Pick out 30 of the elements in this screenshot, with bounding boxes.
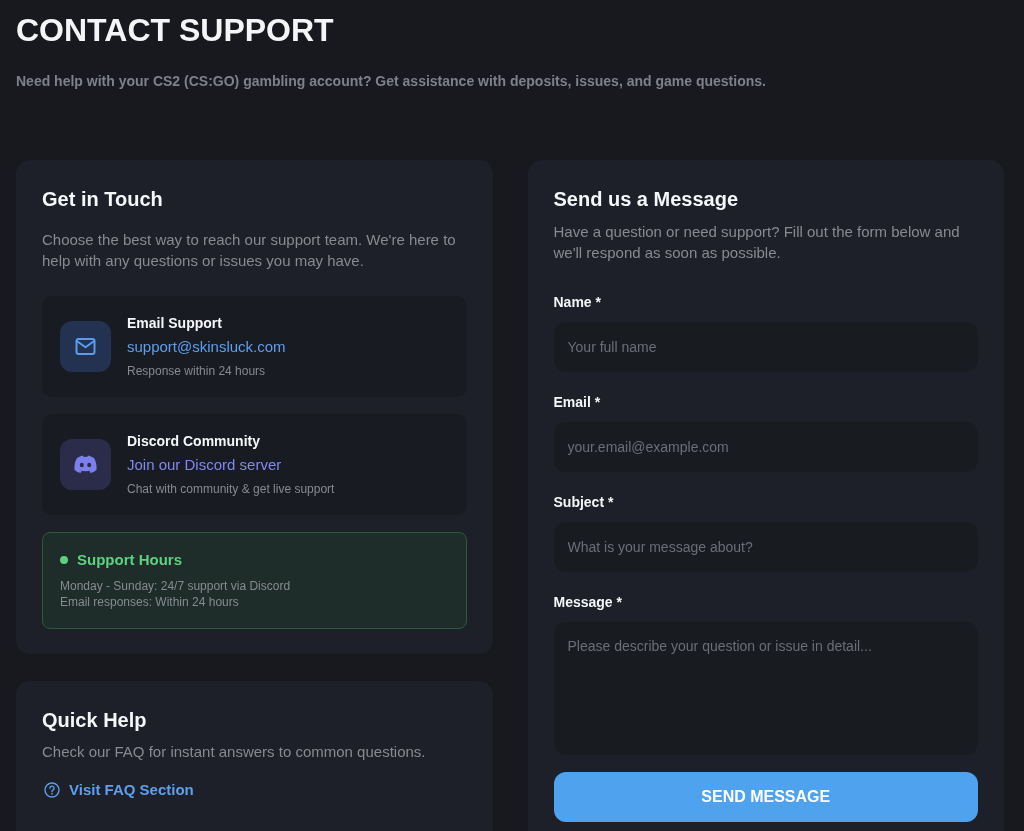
option-title: Discord Community	[127, 432, 260, 450]
support-hours-title: Support Hours	[77, 550, 182, 570]
card-title: Quick Help	[42, 708, 147, 732]
discord-icon	[60, 439, 111, 490]
card-title: Send us a Message	[553, 187, 739, 211]
card-description: Choose the best way to reach our support team. We're here to help with any questions or issues you may have.	[42, 230, 457, 271]
support-hours-line: Monday - Sunday: 24/7 support via Discord	[60, 578, 291, 594]
field-label: Name *	[553, 293, 601, 311]
input-field[interactable]: Your full name	[553, 322, 978, 372]
card-description: Have a question or need support? Fill out the form below and we'll respond as soon as possible.	[553, 222, 961, 263]
status-dot-icon	[60, 556, 68, 564]
mail-icon	[60, 321, 111, 372]
page-subtitle: Need help with your CS2 (CS:GO) gambling account? Get assistance with deposits, issues, and game questions.	[16, 72, 766, 91]
page-title: CONTACT SUPPORT	[16, 11, 334, 49]
option-note: Response within 24 hours	[127, 363, 266, 379]
option-title: Email Support	[127, 314, 222, 332]
card-description: Check our FAQ for instant answers to common questions.	[42, 742, 426, 762]
field-label: Message *	[553, 593, 622, 611]
field-label: Subject *	[553, 493, 614, 511]
field-label: Email *	[553, 393, 601, 411]
input-field[interactable]: your.email@example.com	[553, 422, 978, 472]
option-note: Chat with community & get live support	[127, 481, 335, 497]
message-field[interactable]: Please describe your question or issue in detail...	[553, 622, 978, 755]
help-icon	[44, 782, 60, 798]
faq-link[interactable]: Visit FAQ Section	[42, 780, 194, 800]
card-title: Get in Touch	[42, 187, 163, 211]
community-link[interactable]: Join our Discord server	[127, 455, 282, 475]
email-link[interactable]: support@skinsluck.com	[127, 337, 286, 357]
support-hours-line: Email responses: Within 24 hours	[60, 594, 239, 610]
input-field[interactable]: What is your message about?	[553, 522, 978, 572]
